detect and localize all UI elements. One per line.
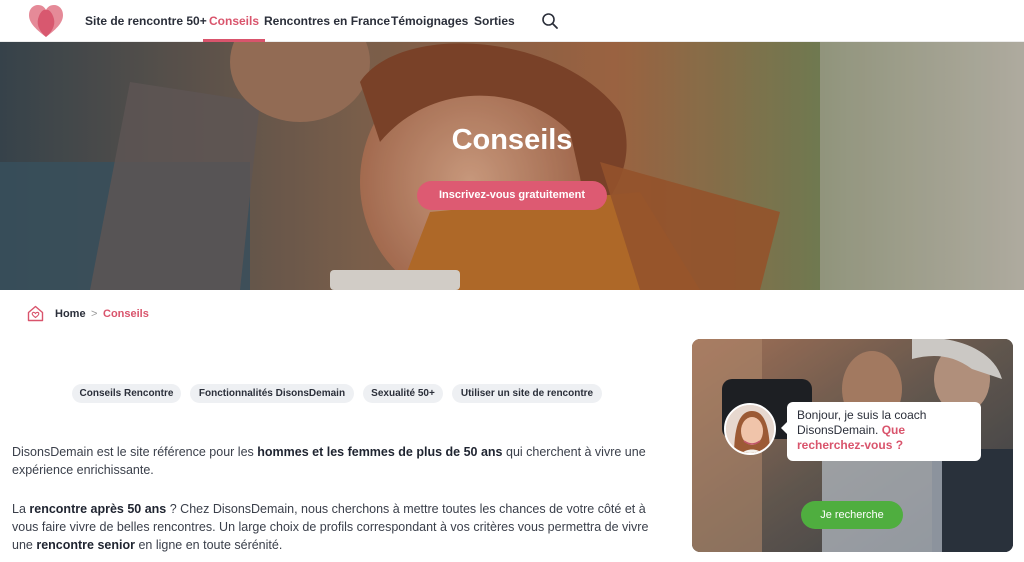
nav-item-rencontres-france[interactable]: Rencontres en France	[264, 0, 390, 42]
home-heart-icon[interactable]	[27, 305, 44, 322]
search-icon[interactable]	[541, 12, 559, 30]
signup-free-button[interactable]: Inscrivez-vous gratuitement	[417, 181, 607, 210]
nav-item-sorties[interactable]: Sorties	[474, 0, 515, 42]
coach-card: Bonjour, je suis la coach DisonsDemain. …	[692, 339, 1013, 552]
hero-photo	[0, 42, 1024, 290]
hero-banner: Conseils Inscrivez-vous gratuitement	[0, 42, 1024, 290]
hero-title: Conseils	[451, 124, 573, 156]
heart-logo-icon[interactable]	[28, 4, 64, 38]
top-navigation: Site de rencontre 50+ Conseils Rencontre…	[0, 0, 1024, 42]
tag-fonctionnalites[interactable]: Fonctionnalités DisonsDemain	[190, 384, 354, 403]
coach-avatar	[724, 403, 776, 455]
breadcrumb-separator: >	[91, 308, 98, 320]
nav-item-site-rencontre[interactable]: Site de rencontre 50+	[85, 0, 207, 42]
je-recherche-button[interactable]: Je recherche	[801, 501, 903, 529]
rencontre-paragraph: La rencontre après 50 ans ? Chez DisonsD…	[12, 502, 649, 552]
tag-conseils-rencontre[interactable]: Conseils Rencontre	[72, 384, 181, 403]
breadcrumb-home[interactable]: Home	[55, 308, 86, 320]
intro-paragraph: DisonsDemain est le site référence pour …	[12, 445, 646, 477]
breadcrumb-current: Conseils	[103, 308, 149, 320]
tag-sexualite[interactable]: Sexualité 50+	[363, 384, 443, 403]
nav-item-conseils[interactable]: Conseils	[202, 0, 266, 42]
tag-utiliser-site[interactable]: Utiliser un site de rencontre	[452, 384, 602, 403]
coach-message-bubble: Bonjour, je suis la coach DisonsDemain. …	[781, 402, 981, 461]
nav-item-temoignages[interactable]: Témoignages	[391, 0, 468, 42]
